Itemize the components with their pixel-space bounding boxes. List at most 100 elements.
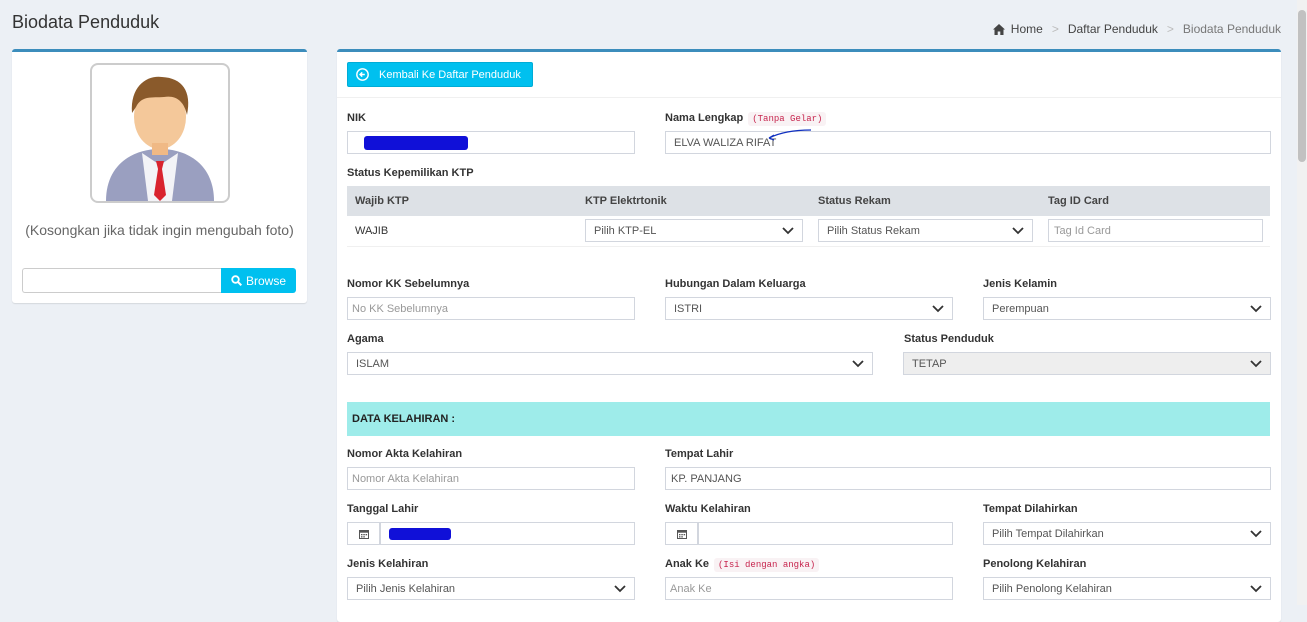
anak-ke-hint: (Isi dengan angka) bbox=[714, 558, 820, 572]
agama-select[interactable]: ISLAM bbox=[347, 352, 873, 375]
nama-value: ELVA WALIZA RIFAT bbox=[674, 136, 777, 149]
jenis-kelahiran-label: Jenis Kelahiran bbox=[347, 558, 429, 570]
agama-value: ISLAM bbox=[356, 357, 390, 370]
penolong-select[interactable]: Pilih Penolong Kelahiran bbox=[983, 577, 1271, 600]
scrollbar-thumb[interactable] bbox=[1298, 10, 1306, 162]
wajib-ktp-value: WAJIB bbox=[355, 225, 389, 237]
breadcrumb-separator: > bbox=[1051, 22, 1059, 36]
kk-sebelumnya-placeholder: No KK Sebelumnya bbox=[352, 302, 448, 315]
back-label: Kembali Ke Daftar Penduduk bbox=[379, 68, 521, 81]
nik-field[interactable] bbox=[347, 131, 635, 154]
ktp-status-table: Wajib KTP KTP Elektrtonik Status Rekam T… bbox=[347, 186, 1270, 247]
waktu-kelahiran-input[interactable] bbox=[698, 522, 953, 545]
nama-label: Nama Lengkap (Tanpa Gelar) bbox=[665, 112, 827, 126]
user-avatar-icon bbox=[106, 76, 214, 201]
jenis-kelahiran-value: Pilih Jenis Kelahiran bbox=[356, 582, 456, 595]
breadcrumb-separator: > bbox=[1166, 22, 1174, 36]
ktp-el-value: Pilih KTP-EL bbox=[594, 224, 657, 237]
tempat-dilahirkan-select[interactable]: Pilih Tempat Dilahirkan bbox=[983, 522, 1271, 545]
chevron-down-icon bbox=[1250, 584, 1262, 592]
avatar bbox=[90, 63, 230, 203]
anak-ke-label-text: Anak Ke bbox=[665, 558, 710, 570]
photo-panel: (Kosongkan jika tidak ingin mengubah fot… bbox=[12, 49, 307, 303]
anak-ke-label: Anak Ke (Isi dengan angka) bbox=[665, 558, 820, 572]
section-data-kelahiran: DATA KELAHIRAN : bbox=[347, 402, 1270, 436]
hubungan-select[interactable]: ISTRI bbox=[665, 297, 953, 320]
penolong-value: Pilih Penolong Kelahiran bbox=[992, 582, 1112, 595]
status-ktp-label: Status Kepemilikan KTP bbox=[347, 167, 474, 179]
status-penduduk-value: TETAP bbox=[912, 357, 947, 370]
header-status-rekam: Status Rekam bbox=[818, 195, 891, 207]
chevron-down-icon bbox=[1250, 304, 1262, 312]
chevron-down-icon bbox=[1012, 226, 1024, 234]
search-icon bbox=[231, 275, 242, 286]
header-wajib-ktp: Wajib KTP bbox=[355, 195, 409, 207]
nama-hint: (Tanpa Gelar) bbox=[748, 112, 827, 126]
header-ktp-elektronik: KTP Elektrtonik bbox=[585, 195, 667, 207]
redaction-mark bbox=[364, 136, 468, 150]
browse-label: Browse bbox=[245, 273, 286, 288]
chevron-down-icon bbox=[1250, 529, 1262, 537]
back-arrow-icon bbox=[356, 68, 369, 81]
status-penduduk-label: Status Penduduk bbox=[904, 333, 994, 345]
breadcrumb-list-link[interactable]: Daftar Penduduk bbox=[1068, 22, 1158, 36]
kk-sebelumnya-label: Nomor KK Sebelumnya bbox=[347, 278, 470, 290]
pen-annotation bbox=[768, 129, 812, 141]
biodata-form-panel: Kembali Ke Daftar Penduduk NIK Nama Leng… bbox=[337, 49, 1281, 622]
kk-sebelumnya-input[interactable]: No KK Sebelumnya bbox=[347, 297, 635, 320]
header-tag-id-card: Tag ID Card bbox=[1048, 195, 1109, 207]
hubungan-label: Hubungan Dalam Keluarga bbox=[665, 278, 806, 290]
tempat-lahir-value: KP. PANJANG bbox=[671, 472, 742, 485]
chevron-down-icon bbox=[614, 584, 626, 592]
calendar-addon[interactable] bbox=[347, 522, 380, 545]
jenis-kelamin-value: Perempuan bbox=[992, 302, 1049, 315]
status-rekam-value: Pilih Status Rekam bbox=[827, 224, 920, 237]
header-divider bbox=[337, 97, 1281, 98]
akta-placeholder: Nomor Akta Kelahiran bbox=[352, 472, 459, 485]
akta-input[interactable]: Nomor Akta Kelahiran bbox=[347, 467, 635, 490]
anak-ke-input[interactable]: Anak Ke bbox=[665, 577, 953, 600]
photo-hint: (Kosongkan jika tidak ingin mengubah fot… bbox=[25, 222, 294, 238]
tempat-lahir-label: Tempat Lahir bbox=[665, 448, 734, 460]
calendar-icon bbox=[676, 529, 687, 539]
file-input[interactable] bbox=[22, 268, 221, 293]
tanggal-lahir-input[interactable] bbox=[380, 522, 635, 545]
breadcrumb: Home > Daftar Penduduk > Biodata Pendudu… bbox=[992, 22, 1281, 36]
agama-label: Agama bbox=[347, 333, 384, 345]
jenis-kelamin-select[interactable]: Perempuan bbox=[983, 297, 1271, 320]
jenis-kelamin-label: Jenis Kelamin bbox=[983, 278, 1057, 290]
calendar-icon bbox=[358, 529, 369, 539]
jenis-kelahiran-select[interactable]: Pilih Jenis Kelahiran bbox=[347, 577, 635, 600]
hubungan-value: ISTRI bbox=[674, 302, 703, 315]
status-rekam-select[interactable]: Pilih Status Rekam bbox=[818, 219, 1033, 242]
chevron-down-icon bbox=[932, 304, 944, 312]
tag-id-placeholder: Tag Id Card bbox=[1054, 224, 1111, 237]
tanggal-lahir-label: Tanggal Lahir bbox=[347, 503, 419, 515]
ktp-el-select[interactable]: Pilih KTP-EL bbox=[585, 219, 803, 242]
akta-label: Nomor Akta Kelahiran bbox=[347, 448, 463, 460]
penolong-label: Penolong Kelahiran bbox=[983, 558, 1087, 570]
nama-field[interactable]: ELVA WALIZA RIFAT bbox=[665, 131, 1271, 154]
chevron-down-icon bbox=[782, 226, 794, 234]
table-row: WAJIB Pilih KTP-EL Pilih Status Rekam Ta… bbox=[347, 216, 1270, 247]
anak-ke-placeholder: Anak Ke bbox=[670, 582, 712, 595]
tag-id-card-input[interactable]: Tag Id Card bbox=[1048, 219, 1263, 242]
nik-label: NIK bbox=[347, 112, 366, 124]
browse-button[interactable]: Browse bbox=[221, 268, 296, 293]
page-title: Biodata Penduduk bbox=[12, 12, 160, 32]
chevron-down-icon bbox=[852, 359, 864, 367]
breadcrumb-home-link[interactable]: Home bbox=[1011, 22, 1043, 36]
nama-label-text: Nama Lengkap bbox=[665, 112, 744, 124]
home-icon bbox=[992, 23, 1005, 35]
back-to-list-button[interactable]: Kembali Ke Daftar Penduduk bbox=[347, 62, 533, 87]
waktu-kelahiran-label: Waktu Kelahiran bbox=[665, 503, 751, 515]
tempat-lahir-input[interactable]: KP. PANJANG bbox=[665, 467, 1271, 490]
status-penduduk-select: TETAP bbox=[903, 352, 1271, 375]
redaction-mark bbox=[389, 528, 451, 540]
breadcrumb-current: Biodata Penduduk bbox=[1182, 22, 1281, 36]
chevron-down-icon bbox=[1250, 359, 1262, 367]
tempat-dilahirkan-label: Tempat Dilahirkan bbox=[983, 503, 1078, 515]
tempat-dilahirkan-value: Pilih Tempat Dilahirkan bbox=[992, 527, 1104, 540]
ktp-table-header: Wajib KTP KTP Elektrtonik Status Rekam T… bbox=[347, 186, 1270, 216]
calendar-addon[interactable] bbox=[665, 522, 698, 545]
